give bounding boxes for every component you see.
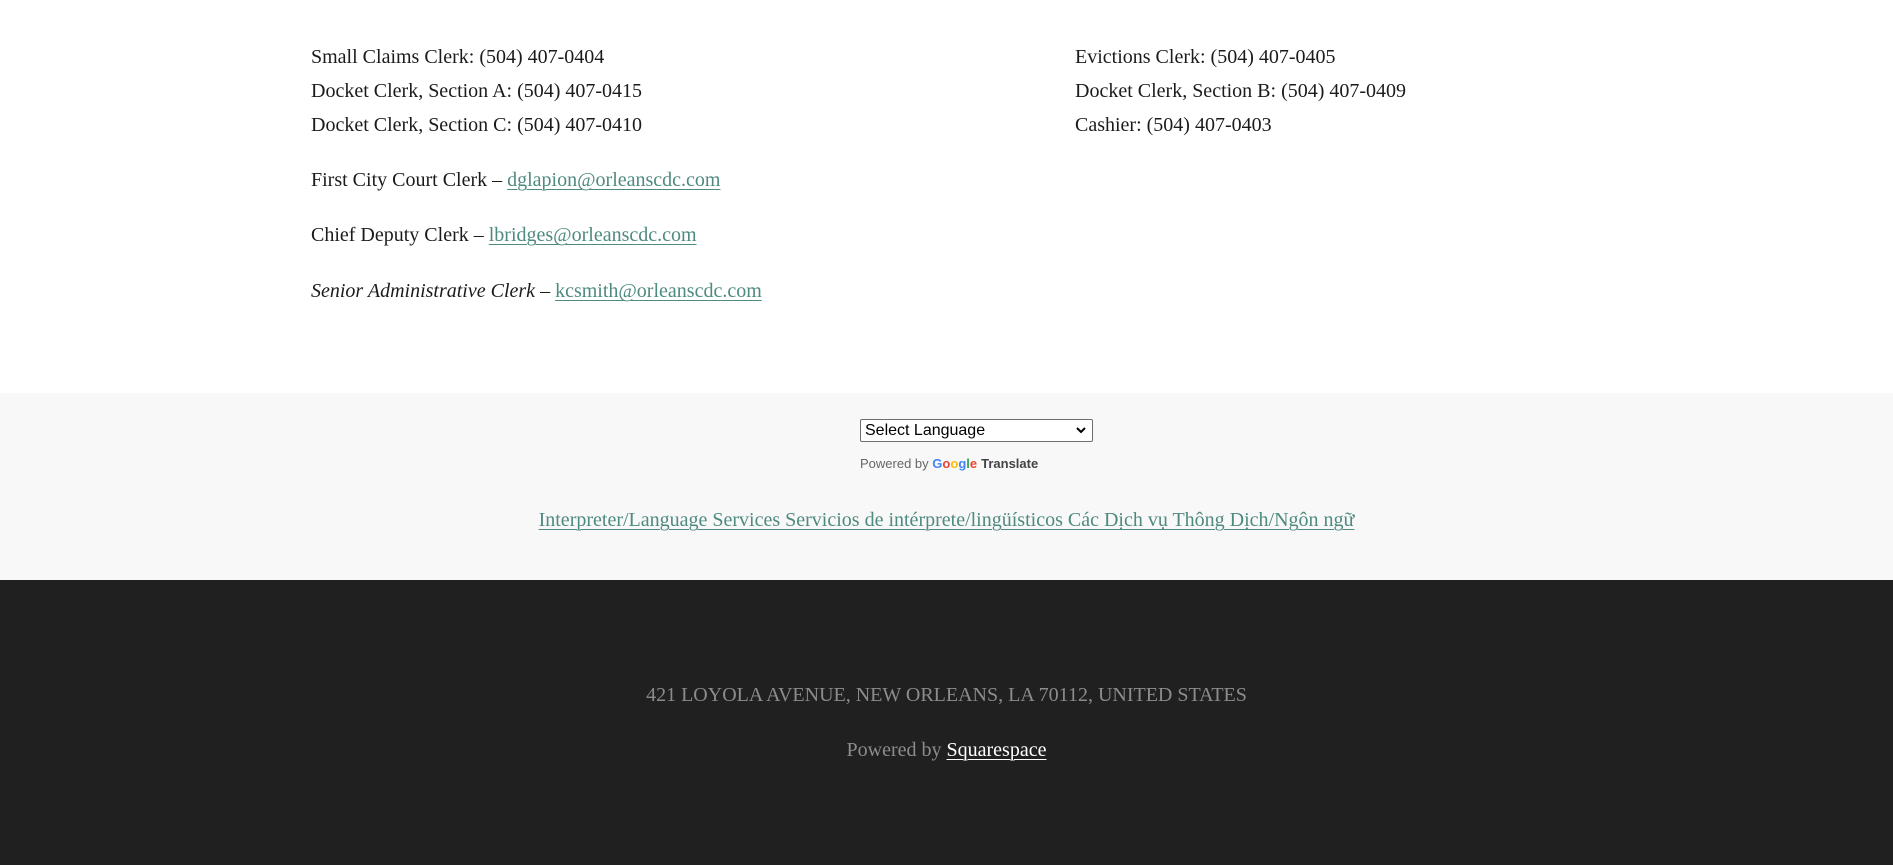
senior-administrative-clerk-contact: Senior Administrative Clerk – kcsmith@or…: [311, 279, 762, 303]
interpreter-services-row: Interpreter/Language Services Servicios …: [0, 508, 1893, 532]
powered-by-squarespace: Powered by Squarespace: [0, 738, 1893, 762]
first-city-court-clerk-contact: First City Court Clerk – dglapion@orlean…: [311, 168, 720, 192]
google-logo: Google: [932, 456, 977, 471]
docket-clerk-section-a-phone: Docket Clerk, Section A: (504) 407-0415: [311, 80, 643, 102]
language-select-value: Select Language: [865, 422, 986, 439]
chief-deputy-clerk-contact: Chief Deputy Clerk – lbridges@orleanscdc…: [311, 223, 697, 247]
first-city-court-clerk-email-link[interactable]: dglapion@orleanscdc.com: [507, 169, 720, 191]
interpreter-services-link[interactable]: Interpreter/Language Services Servicios …: [539, 509, 1355, 531]
contacts-section: Small Claims Clerk: (504) 407-0404 Docke…: [0, 0, 1893, 393]
docket-clerk-section-c-phone: Docket Clerk, Section C: (504) 407-0410: [311, 114, 643, 136]
site-footer: 421 LOYOLA AVENUE, NEW ORLEANS, LA 70112…: [0, 580, 1893, 865]
google-translate-link[interactable]: Google Translate: [932, 456, 1038, 471]
contact-separator: –: [468, 224, 489, 246]
google-translate-attribution: Powered by Google Translate: [860, 456, 1038, 472]
docket-clerk-section-b-phone: Docket Clerk, Section B: (504) 407-0409: [1075, 80, 1407, 102]
translate-section: Select Language Powered by Google Transla…: [0, 393, 1893, 580]
chief-deputy-clerk-email-link[interactable]: lbridges@orleanscdc.com: [489, 224, 697, 246]
google-logo-letter: G: [932, 456, 943, 471]
powered-by-label: Powered by: [860, 456, 929, 471]
footer-address: 421 LOYOLA AVENUE, NEW ORLEANS, LA 70112…: [646, 684, 1247, 706]
chevron-down-icon: [1076, 427, 1086, 434]
language-select[interactable]: Select Language: [860, 419, 1093, 442]
cashier-phone: Cashier: (504) 407-0403: [1075, 114, 1272, 136]
squarespace-link[interactable]: Squarespace: [947, 739, 1047, 761]
evictions-clerk-phone: Evictions Clerk: (504) 407-0405: [1075, 46, 1336, 68]
contact-role: Chief Deputy Clerk: [311, 224, 469, 246]
contact-role: Senior Administrative Clerk: [311, 280, 536, 302]
google-logo-letter: e: [969, 456, 978, 471]
senior-administrative-clerk-email-link[interactable]: kcsmith@orleanscdc.com: [555, 280, 762, 302]
contact-separator: –: [487, 169, 508, 191]
translate-label: Translate: [981, 456, 1039, 471]
contact-role: First City Court Clerk: [311, 169, 488, 191]
small-claims-clerk-phone: Small Claims Clerk: (504) 407-0404: [311, 46, 605, 68]
powered-by-label: Powered by: [846, 739, 942, 761]
contact-separator: –: [535, 280, 556, 302]
